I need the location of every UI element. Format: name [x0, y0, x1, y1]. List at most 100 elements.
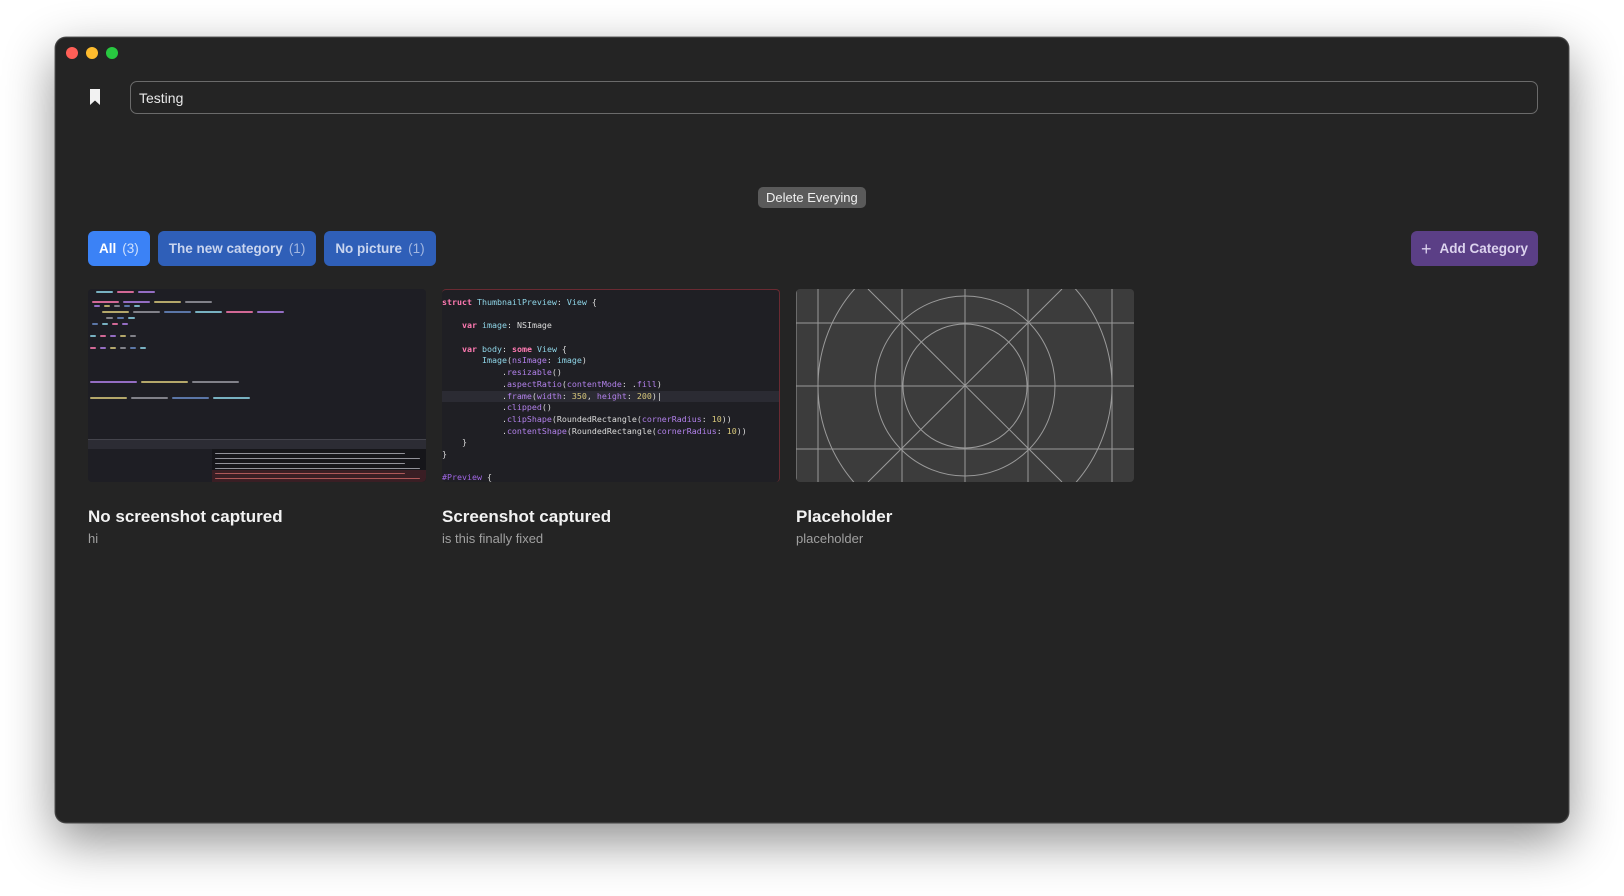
delete-everything-button[interactable]: Delete Everying — [758, 187, 866, 208]
code-line: .clipped() — [442, 402, 552, 413]
card-grid: No screenshot captured hi struct Thumbna… — [88, 289, 1134, 546]
add-category-label: Add Category — [1439, 241, 1528, 256]
mini-code-line — [110, 347, 116, 349]
window-controls — [66, 47, 118, 59]
app-window: Delete Everying All (3) The new category… — [55, 37, 1569, 823]
placeholder-grid-icon — [796, 289, 1134, 482]
mini-code-line — [257, 311, 284, 313]
search-input[interactable] — [130, 81, 1538, 114]
mini-code-line — [226, 311, 253, 313]
editor-status-bar — [88, 439, 426, 449]
mini-code-line — [133, 311, 160, 313]
mini-code-line — [140, 347, 146, 349]
zoom-window-button[interactable] — [106, 47, 118, 59]
category-tabs: All (3) The new category (1) No picture … — [88, 231, 436, 266]
code-line: .contentShape(RoundedRectangle(cornerRad… — [442, 425, 747, 436]
mini-code-line — [130, 347, 136, 349]
mini-code-line — [195, 311, 222, 313]
card-no-screenshot-captured[interactable]: No screenshot captured hi — [88, 289, 426, 546]
mini-code-line — [141, 381, 188, 383]
mini-code-line — [90, 381, 137, 383]
card-subtitle: hi — [88, 531, 99, 546]
card-title: Screenshot captured — [442, 507, 612, 526]
mini-code-line — [92, 323, 98, 325]
card-subtitle: placeholder — [796, 531, 864, 546]
code-line: .clipShape(RoundedRectangle(cornerRadius… — [442, 413, 732, 424]
plus-icon: + — [1420, 238, 1432, 259]
mini-code-line — [114, 305, 120, 307]
mini-console-line — [215, 458, 420, 459]
mini-code-line — [102, 323, 108, 325]
mini-console-line — [215, 453, 405, 454]
bookmark-icon[interactable] — [89, 88, 101, 106]
tab-the-new-category[interactable]: The new category (1) — [157, 231, 317, 266]
mini-console-line — [215, 468, 420, 469]
code-line: .aspectRatio(contentMode: .fill) — [442, 378, 662, 389]
card-title: Placeholder — [796, 507, 893, 526]
mini-console-line — [215, 463, 405, 464]
code-line: var body: some View { — [461, 343, 567, 354]
tab-no-picture[interactable]: No picture (1) — [324, 231, 436, 266]
mini-code-line — [192, 381, 239, 383]
code-line: var image: NSImage — [461, 320, 552, 331]
card-thumbnail: struct ThumbnailPreview: View { var imag… — [442, 289, 780, 482]
mini-code-line — [120, 335, 126, 337]
mini-code-line — [124, 305, 130, 307]
mini-code-line — [123, 301, 150, 303]
code-line: .resizable() — [442, 367, 562, 378]
card-thumbnail — [796, 289, 1134, 482]
mini-code-line — [131, 397, 168, 399]
mini-code-line — [110, 335, 116, 337]
card-placeholder[interactable]: Placeholder placeholder — [796, 289, 1134, 546]
mini-code-line — [90, 397, 127, 399]
mini-code-line — [185, 301, 212, 303]
tab-label: The new category — [168, 241, 283, 256]
code-line: Image(nsImage: image) — [481, 355, 587, 366]
code-line: .frame(width: 350, height: 200)| — [442, 390, 779, 403]
mini-code-line — [117, 317, 124, 319]
mini-code-line — [106, 317, 113, 319]
card-thumbnail — [88, 289, 426, 482]
mini-code-line — [164, 311, 191, 313]
tab-count: (1) — [288, 241, 306, 256]
mini-code-line — [90, 335, 96, 337]
close-window-button[interactable] — [66, 47, 78, 59]
mini-code-line — [172, 397, 209, 399]
editor-console-error — [212, 470, 426, 482]
code-line: } — [442, 448, 447, 459]
mini-code-line — [122, 323, 128, 325]
mini-code-line — [96, 291, 113, 293]
code-line: #Preview { — [442, 472, 492, 482]
mini-code-line — [100, 347, 106, 349]
card-subtitle: is this finally fixed — [442, 531, 544, 546]
mini-code-line — [134, 305, 140, 307]
mini-code-line — [112, 323, 118, 325]
mini-code-line — [128, 317, 135, 319]
mini-code-line — [138, 291, 155, 293]
tab-label: All — [99, 241, 117, 256]
minimize-window-button[interactable] — [86, 47, 98, 59]
mini-code-line — [90, 347, 96, 349]
mini-code-line — [117, 291, 134, 293]
mini-code-line — [130, 335, 136, 337]
code-line: } — [442, 437, 467, 448]
mini-code-line — [154, 301, 181, 303]
mini-code-line — [100, 335, 106, 337]
tab-count: (1) — [408, 241, 425, 256]
code-line: struct ThumbnailPreview: View { — [442, 297, 597, 307]
card-screenshot-captured[interactable]: struct ThumbnailPreview: View { var imag… — [442, 289, 780, 546]
tab-all[interactable]: All (3) — [88, 231, 150, 266]
card-title: No screenshot captured — [88, 507, 283, 526]
add-category-button[interactable]: + Add Category — [1410, 231, 1538, 266]
mini-code-line — [94, 305, 100, 307]
mini-code-line — [102, 311, 129, 313]
tab-label: No picture — [335, 241, 403, 256]
tab-count: (3) — [122, 241, 139, 256]
mini-code-line — [92, 301, 119, 303]
mini-code-line — [213, 397, 250, 399]
mini-console-line — [215, 473, 405, 474]
mini-code-line — [120, 347, 126, 349]
